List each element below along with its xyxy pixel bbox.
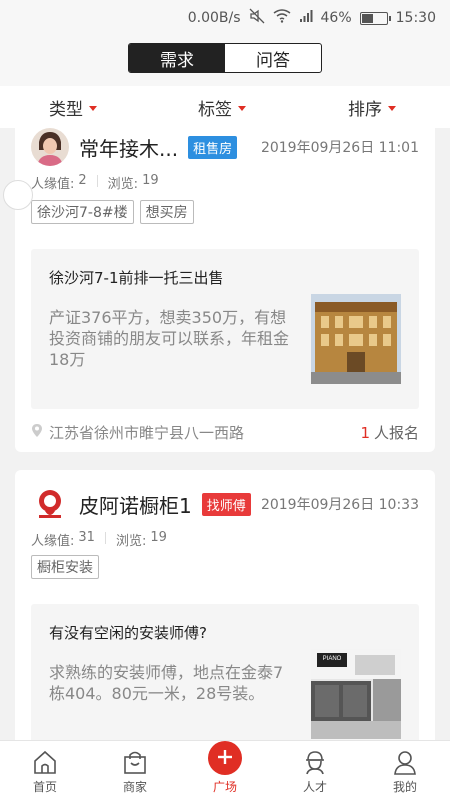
- post-content[interactable]: 有没有空闲的安装师傅? 求熟练的安装师傅，地点在金泰7栋404。80元一米，28…: [31, 604, 419, 740]
- thumb-logo: PIANO: [323, 656, 342, 662]
- post-title: 徐沙河7-1前排一托三出售: [49, 269, 224, 287]
- category-badge: 找师傅: [201, 492, 251, 516]
- avatar[interactable]: [31, 128, 69, 166]
- tag-list: 橱柜安装: [31, 555, 99, 579]
- tag-list: 徐沙河7-8#楼 想买房: [31, 200, 194, 224]
- nav-profile-label: 我的: [392, 780, 417, 794]
- tab-qa[interactable]: 问答: [225, 44, 321, 72]
- caret-down-icon: [238, 105, 246, 111]
- post-header: 皮阿诺橱柜1 找师傅 2019年09月26日 10:33: [31, 485, 419, 523]
- mute-icon: [249, 8, 265, 28]
- post-description: 产证376平方，想卖350万，有想投资商铺的朋友可以联系，年租金18万: [49, 308, 290, 369]
- divider: [104, 532, 106, 544]
- signup-label: 人报名: [373, 424, 419, 442]
- views-label: 浏览:: [107, 177, 139, 192]
- filter-tag[interactable]: 标签: [198, 95, 246, 120]
- filter-type[interactable]: 类型: [49, 95, 97, 120]
- views-value: 19: [142, 173, 159, 188]
- popularity-label: 人缘值:: [31, 534, 75, 549]
- post-location: 江苏省徐州市睢宁县八一西路: [49, 424, 245, 442]
- filter-bar: 类型 标签 排序: [0, 86, 450, 128]
- post-card[interactable]: 皮阿诺橱柜1 找师傅 2019年09月26日 10:33 人缘值: 31 浏览:…: [15, 470, 435, 740]
- worker-icon: [306, 751, 324, 775]
- nav-home[interactable]: 首页: [0, 741, 90, 800]
- post-author-name[interactable]: 常年接木...: [79, 133, 178, 162]
- caret-down-icon: [388, 105, 396, 111]
- post-thumbnail[interactable]: PIANO: [311, 649, 401, 739]
- post-author-name[interactable]: 皮阿诺橱柜1: [79, 490, 192, 519]
- popularity-value: 2: [78, 173, 87, 188]
- home-icon: [34, 750, 56, 774]
- top-header: 需求 问答: [0, 34, 450, 86]
- signal-icon: [299, 9, 313, 27]
- segmented-control: 需求 问答: [128, 43, 322, 73]
- category-badge: 租售房: [188, 135, 238, 159]
- network-speed: 0.00B/s: [187, 10, 241, 26]
- location-pin-icon: [31, 423, 43, 442]
- post-date: 2019年09月26日 10:33: [260, 497, 419, 513]
- tag-chip[interactable]: 橱柜安装: [31, 555, 99, 579]
- avatar[interactable]: [31, 485, 69, 523]
- nav-talent-label: 人才: [302, 780, 327, 794]
- bottom-navigation: 首页 商家 广场 人才 我的: [0, 740, 450, 800]
- caret-down-icon: [89, 105, 97, 111]
- tag-chip[interactable]: 徐沙河7-8#楼: [31, 200, 134, 224]
- views-value: 19: [150, 530, 167, 545]
- clock: 15:30: [395, 10, 436, 26]
- status-indicators: 0.00B/s 46% 15:30: [188, 8, 436, 28]
- nav-merchants-label: 商家: [122, 780, 147, 794]
- divider: [96, 175, 98, 187]
- nav-square-label: 广场: [212, 780, 237, 794]
- popularity-value: 31: [78, 530, 95, 545]
- filter-sort[interactable]: 排序: [348, 95, 396, 120]
- post-title: 有没有空闲的安装师傅?: [49, 624, 207, 642]
- side-drawer-handle[interactable]: [3, 180, 33, 210]
- nav-talent[interactable]: 人才: [270, 741, 360, 800]
- battery-icon: [359, 11, 391, 25]
- popularity-label: 人缘值:: [31, 177, 75, 192]
- post-description: 求熟练的安装师傅，地点在金泰7栋404。80元一米，28号装。: [49, 663, 284, 703]
- post-date: 2019年09月26日 11:01: [260, 140, 419, 156]
- status-bar: 0.00B/s 46% 15:30: [0, 0, 450, 34]
- bag-icon: [124, 751, 146, 774]
- post-stats: 人缘值: 2 浏览: 19: [31, 173, 159, 192]
- nav-merchants[interactable]: 商家: [90, 741, 180, 800]
- user-icon: [394, 751, 416, 775]
- battery-percent: 46%: [320, 10, 352, 26]
- battery-fill: [361, 13, 373, 23]
- post-stats: 人缘值: 31 浏览: 19: [31, 530, 167, 549]
- plus-icon: [208, 741, 242, 775]
- wifi-icon: [273, 9, 291, 27]
- post-card[interactable]: 常年接木... 租售房 2019年09月26日 11:01 人缘值: 2 浏览:…: [3, 128, 435, 452]
- filter-sort-label: 排序: [348, 99, 382, 120]
- nav-square[interactable]: 广场: [180, 741, 270, 800]
- tab-demand[interactable]: 需求: [129, 44, 225, 72]
- post-content[interactable]: 徐沙河7-1前排一托三出售 产证376平方，想卖350万，有想投资商铺的朋友可以…: [31, 249, 419, 409]
- filter-type-label: 类型: [49, 99, 83, 120]
- post-feed[interactable]: 常年接木... 租售房 2019年09月26日 11:01 人缘值: 2 浏览:…: [0, 128, 450, 740]
- signup-count: 1 人报名: [360, 422, 419, 443]
- signup-number: 1: [360, 424, 370, 442]
- location-row: 江苏省徐州市睢宁县八一西路 1 人报名: [31, 422, 419, 443]
- nav-profile[interactable]: 我的: [360, 741, 450, 800]
- post-thumbnail[interactable]: [311, 294, 401, 384]
- tag-chip[interactable]: 想买房: [139, 200, 194, 224]
- filter-tag-label: 标签: [198, 99, 232, 120]
- views-label: 浏览:: [115, 534, 147, 549]
- nav-home-label: 首页: [32, 780, 57, 794]
- post-header: 常年接木... 租售房 2019年09月26日 11:01: [31, 128, 419, 166]
